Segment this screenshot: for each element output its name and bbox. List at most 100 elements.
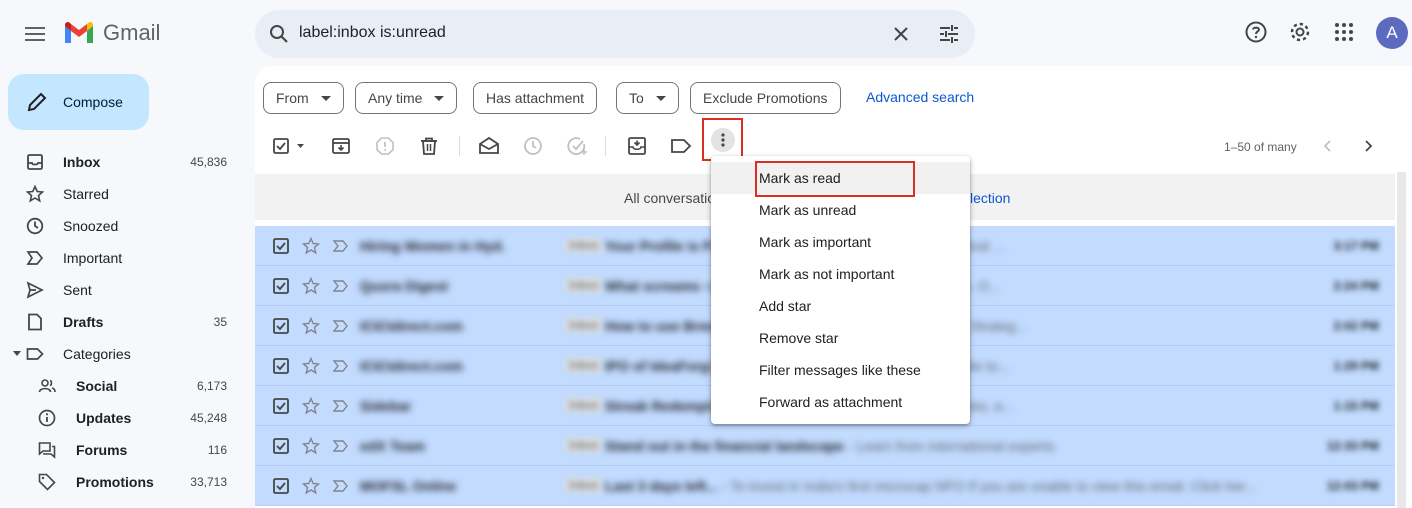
email-subject: Your Profile is P xyxy=(605,238,713,254)
filter-chip-exclude-promotions[interactable]: Exclude Promotions xyxy=(690,82,841,114)
email-time: 2:02 PM xyxy=(1333,319,1379,333)
advanced-search-link[interactable]: Advanced search xyxy=(866,89,974,105)
important-marker-icon[interactable] xyxy=(332,357,350,375)
toolbar-divider xyxy=(605,136,606,156)
email-time: 1:29 PM xyxy=(1333,359,1379,373)
more-options-button[interactable] xyxy=(702,118,743,161)
archive-icon[interactable] xyxy=(329,134,353,158)
menu-item-mark-as-unread[interactable]: Mark as unread xyxy=(711,194,970,226)
caret-down-icon[interactable] xyxy=(13,351,21,357)
account-avatar[interactable]: A xyxy=(1376,17,1408,49)
sidebar-item-promotions[interactable]: Promotions 33,713 xyxy=(0,466,240,498)
row-checkbox-checked-icon[interactable] xyxy=(273,438,289,454)
send-icon xyxy=(26,281,44,299)
sidebar-item-count: 6,173 xyxy=(196,379,227,393)
sidebar-item-count: 45,836 xyxy=(190,155,227,169)
sidebar-item-sent[interactable]: Sent xyxy=(0,274,240,306)
select-all-checkbox-icon[interactable] xyxy=(272,134,308,158)
row-checkbox-checked-icon[interactable] xyxy=(273,358,289,374)
email-subject: IPO of IdeaForg xyxy=(605,358,710,374)
apps-grid-icon[interactable] xyxy=(1332,20,1356,44)
label-as-icon[interactable] xyxy=(669,134,693,158)
star-icon[interactable] xyxy=(302,397,320,415)
sidebar-item-label: Important xyxy=(63,250,123,266)
important-marker-icon[interactable] xyxy=(332,397,350,415)
star-icon[interactable] xyxy=(302,277,320,295)
menu-item-filter-messages[interactable]: Filter messages like these xyxy=(711,354,970,386)
sidebar-item-snoozed[interactable]: Snoozed xyxy=(0,210,240,242)
star-icon[interactable] xyxy=(302,437,320,455)
mark-read-envelope-icon[interactable] xyxy=(477,134,501,158)
snooze-clock-icon[interactable] xyxy=(521,134,545,158)
search-options-icon[interactable] xyxy=(937,22,961,46)
chip-label: From xyxy=(276,90,309,106)
row-checkbox-checked-icon[interactable] xyxy=(273,318,289,334)
email-time: 3:17 PM xyxy=(1333,239,1379,253)
info-icon xyxy=(38,409,56,427)
important-marker-icon[interactable] xyxy=(332,237,350,255)
filter-chip-has-attachment[interactable]: Has attachment xyxy=(473,82,598,114)
important-marker-icon[interactable] xyxy=(332,437,350,455)
pagination-range: 1–50 of many xyxy=(1224,140,1297,154)
star-icon[interactable] xyxy=(302,317,320,335)
chip-label: To xyxy=(629,90,644,106)
next-page-icon[interactable] xyxy=(1358,136,1378,156)
dropdown-arrow-icon xyxy=(434,95,445,101)
menu-item-mark-as-not-important[interactable]: Mark as not important xyxy=(711,258,970,290)
sidebar-item-forums[interactable]: Forums 116 xyxy=(0,434,240,466)
help-icon[interactable] xyxy=(1244,20,1268,44)
star-icon[interactable] xyxy=(302,357,320,375)
select-all-conversations-link[interactable]: lection xyxy=(970,190,1010,206)
email-sender: ICICIdirect.com xyxy=(360,358,463,374)
important-marker-icon[interactable] xyxy=(332,477,350,495)
chip-label: Has attachment xyxy=(486,90,585,106)
main-menu-button[interactable] xyxy=(17,16,53,52)
menu-item-forward-as-attachment[interactable]: Forward as attachment xyxy=(711,386,970,418)
email-sender: Sidebar xyxy=(360,398,412,414)
filter-chip-any-time[interactable]: Any time xyxy=(355,82,458,114)
sidebar-item-social[interactable]: Social 6,173 xyxy=(0,370,240,402)
sidebar-item-inbox[interactable]: Inbox 45,836 xyxy=(0,146,240,178)
email-row[interactable]: edX Team Inbox Stand out in the financial … xyxy=(255,426,1395,466)
row-checkbox-checked-icon[interactable] xyxy=(273,278,289,294)
scrollbar[interactable] xyxy=(1397,172,1406,508)
search-bar[interactable]: label:inbox is:unread xyxy=(255,10,975,58)
star-icon[interactable] xyxy=(302,477,320,495)
email-row[interactable]: MOFSL Online Inbox Last 3 days left... - T… xyxy=(255,466,1395,506)
previous-page-icon[interactable] xyxy=(1318,136,1338,156)
menu-item-remove-star[interactable]: Remove star xyxy=(711,322,970,354)
important-marker-icon[interactable] xyxy=(332,317,350,335)
sidebar-item-drafts[interactable]: Drafts 35 xyxy=(0,306,240,338)
email-label-tag: Inbox xyxy=(565,358,603,372)
delete-trash-icon[interactable] xyxy=(417,134,441,158)
filter-chip-to[interactable]: To xyxy=(616,82,679,114)
compose-button[interactable]: Compose xyxy=(8,74,149,130)
menu-item-mark-as-important[interactable]: Mark as important xyxy=(711,226,970,258)
sidebar-item-updates[interactable]: Updates 45,248 xyxy=(0,402,240,434)
filter-chip-from[interactable]: From xyxy=(263,82,344,114)
gmail-logo[interactable]: Gmail xyxy=(63,20,160,46)
clear-search-icon[interactable] xyxy=(889,22,913,46)
email-time: 12:33 PM xyxy=(1326,439,1379,453)
row-checkbox-checked-icon[interactable] xyxy=(273,238,289,254)
inbox-icon xyxy=(26,153,44,171)
star-icon[interactable] xyxy=(302,237,320,255)
people-icon xyxy=(38,377,56,395)
search-icon[interactable] xyxy=(267,22,291,46)
row-checkbox-checked-icon[interactable] xyxy=(273,478,289,494)
menu-item-add-star[interactable]: Add star xyxy=(711,290,970,322)
sidebar-item-categories[interactable]: Categories xyxy=(0,338,240,370)
move-to-icon[interactable] xyxy=(625,134,649,158)
settings-gear-icon[interactable] xyxy=(1288,20,1312,44)
email-subject-line: Last 3 days left... - To invest in India… xyxy=(605,478,1330,494)
sidebar-item-starred[interactable]: Starred xyxy=(0,178,240,210)
sidebar-item-label: Drafts xyxy=(63,314,104,330)
add-task-icon[interactable] xyxy=(565,134,589,158)
report-spam-icon[interactable] xyxy=(373,134,397,158)
email-label-tag: Inbox xyxy=(565,478,603,492)
email-sender: ICICIdirect.com xyxy=(360,318,463,334)
row-checkbox-checked-icon[interactable] xyxy=(273,398,289,414)
important-marker-icon[interactable] xyxy=(332,277,350,295)
sidebar-item-important[interactable]: Important xyxy=(0,242,240,274)
search-input[interactable]: label:inbox is:unread xyxy=(299,24,446,42)
